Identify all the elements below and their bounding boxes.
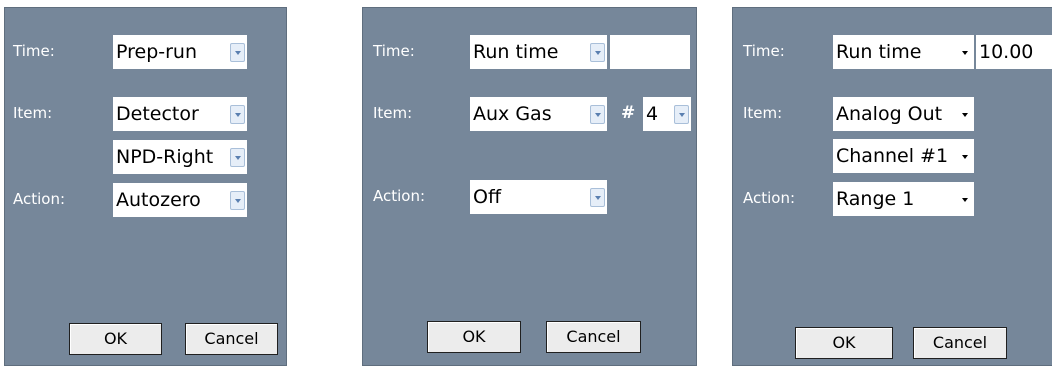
action-select[interactable]: Autozero bbox=[113, 183, 247, 217]
chevron-down-icon[interactable] bbox=[590, 43, 605, 62]
cancel-button[interactable]: Cancel bbox=[913, 327, 1007, 359]
ok-button[interactable]: OK bbox=[795, 327, 893, 359]
action-select-value: Off bbox=[473, 186, 502, 208]
item-label: Item: bbox=[13, 104, 53, 122]
time-select[interactable]: Run time bbox=[833, 35, 974, 69]
item-select-value: Detector bbox=[116, 103, 199, 125]
time-label: Time: bbox=[373, 42, 415, 60]
time-select-value: Run time bbox=[473, 41, 559, 63]
number-label: # bbox=[621, 103, 636, 123]
item-sub-select[interactable]: Channel #1 bbox=[833, 139, 974, 173]
chevron-down-icon[interactable] bbox=[230, 43, 245, 62]
time-select-value: Prep-run bbox=[116, 41, 198, 63]
chevron-down-icon[interactable] bbox=[674, 105, 689, 124]
chevron-down-icon[interactable] bbox=[230, 148, 245, 167]
timed-event-dialog-2: Time: Run time Item: Aux Gas # 4 Action:… bbox=[362, 7, 697, 366]
action-select[interactable]: Off bbox=[470, 180, 607, 214]
item-sub-select-value: NPD-Right bbox=[116, 146, 214, 168]
cancel-button[interactable]: Cancel bbox=[185, 323, 278, 355]
time-value-text: 10.00 bbox=[979, 41, 1034, 63]
action-label: Action: bbox=[13, 190, 66, 208]
item-label: Item: bbox=[373, 104, 413, 122]
ok-button[interactable]: OK bbox=[427, 321, 521, 353]
chevron-down-icon[interactable] bbox=[960, 147, 970, 166]
time-label: Time: bbox=[13, 42, 55, 60]
time-value-input[interactable] bbox=[610, 35, 690, 69]
number-select[interactable]: 4 bbox=[643, 97, 691, 131]
time-select[interactable]: Run time bbox=[470, 35, 607, 69]
chevron-down-icon[interactable] bbox=[960, 105, 970, 124]
number-select-value: 4 bbox=[646, 103, 659, 125]
cancel-button[interactable]: Cancel bbox=[546, 321, 641, 353]
item-select-value: Analog Out bbox=[836, 103, 943, 125]
chevron-down-icon[interactable] bbox=[590, 105, 605, 124]
action-select-value: Autozero bbox=[116, 189, 201, 211]
chevron-down-icon[interactable] bbox=[960, 43, 970, 62]
action-select[interactable]: Range 1 bbox=[833, 182, 974, 216]
item-select-value: Aux Gas bbox=[473, 103, 552, 125]
action-label: Action: bbox=[743, 189, 796, 207]
item-select[interactable]: Detector bbox=[113, 97, 247, 131]
chevron-down-icon[interactable] bbox=[960, 190, 970, 209]
chevron-down-icon[interactable] bbox=[590, 188, 605, 207]
item-sub-select[interactable]: NPD-Right bbox=[113, 140, 247, 174]
time-select[interactable]: Prep-run bbox=[113, 35, 247, 69]
item-select[interactable]: Analog Out bbox=[833, 97, 974, 131]
timed-event-dialog-3: Time: Run time 10.00 Item: Analog Out Ch… bbox=[732, 7, 1052, 366]
action-select-value: Range 1 bbox=[836, 188, 915, 210]
time-value-input[interactable]: 10.00 bbox=[976, 35, 1052, 69]
ok-button[interactable]: OK bbox=[69, 323, 162, 355]
time-label: Time: bbox=[743, 42, 785, 60]
chevron-down-icon[interactable] bbox=[230, 191, 245, 210]
action-label: Action: bbox=[373, 187, 426, 205]
item-sub-select-value: Channel #1 bbox=[836, 145, 949, 167]
item-select[interactable]: Aux Gas bbox=[470, 97, 607, 131]
chevron-down-icon[interactable] bbox=[230, 105, 245, 124]
item-label: Item: bbox=[743, 104, 783, 122]
time-select-value: Run time bbox=[836, 41, 922, 63]
timed-event-dialog-1: Time: Prep-run Item: Detector NPD-Right … bbox=[4, 7, 287, 366]
